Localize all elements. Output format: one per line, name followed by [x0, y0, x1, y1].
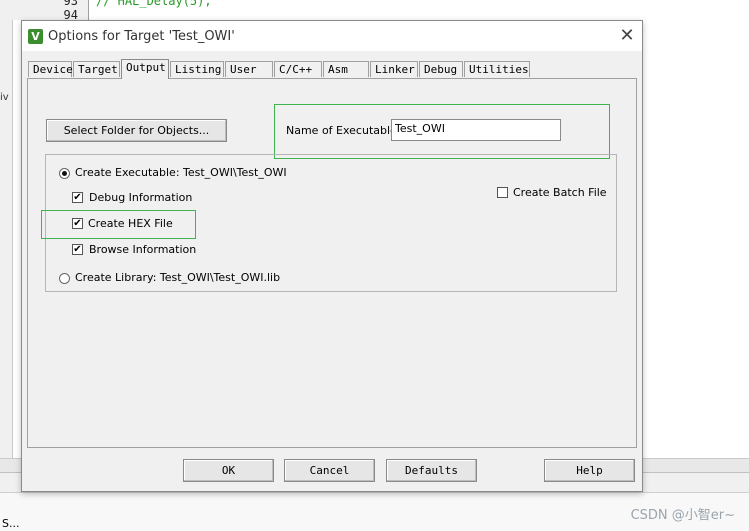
create-library-label: Create Library: Test_OWI\Test_OWI.lib: [75, 271, 281, 284]
close-icon[interactable]: ✕: [616, 25, 638, 47]
debug-info-label: Debug Information: [89, 191, 193, 204]
dialog-titlebar[interactable]: V Options for Target 'Test_OWI' ✕: [22, 21, 642, 51]
options-dialog: V Options for Target 'Test_OWI' ✕ Device…: [21, 20, 643, 492]
keil-app-icon: V: [28, 29, 43, 44]
create-executable-label: Create Executable: Test_OWI\Test_OWI: [75, 166, 287, 179]
tab-c-cpp[interactable]: C/C++: [274, 61, 322, 77]
tab-asm[interactable]: Asm: [323, 61, 369, 77]
create-batch-label: Create Batch File: [513, 186, 607, 199]
ide-line-gutter: 93 94: [12, 0, 89, 22]
create-library-radio[interactable]: [59, 273, 70, 284]
tab-listing[interactable]: Listing: [170, 61, 224, 77]
tab-utilities[interactable]: Utilities: [464, 61, 530, 77]
tab-user[interactable]: User: [225, 61, 273, 77]
debug-info-checkbox[interactable]: ✔: [72, 192, 83, 203]
tab-output[interactable]: Output: [121, 59, 169, 79]
browse-info-label: Browse Information: [89, 243, 197, 256]
create-executable-radio[interactable]: [59, 168, 70, 179]
ide-status-text: S...: [2, 517, 20, 530]
create-batch-checkbox[interactable]: [497, 187, 508, 198]
cancel-button[interactable]: Cancel: [284, 459, 375, 482]
defaults-button[interactable]: Defaults: [386, 459, 477, 482]
help-button[interactable]: Help: [544, 459, 635, 482]
tab-device[interactable]: Device: [28, 61, 73, 77]
highlight-box-hex: [41, 210, 196, 239]
tab-linker[interactable]: Linker: [370, 61, 418, 77]
highlight-box-executable: [274, 104, 610, 159]
select-folder-button[interactable]: Select Folder for Objects...: [46, 119, 227, 142]
ide-code-line: // HAL_Delay(5);: [96, 0, 212, 8]
ok-button[interactable]: OK: [183, 459, 274, 482]
tab-target[interactable]: Target: [73, 61, 120, 77]
ide-left-panel: [0, 0, 13, 470]
tab-debug[interactable]: Debug: [419, 61, 463, 77]
ide-left-text: iv: [0, 92, 9, 103]
output-tab-panel: Select Folder for Objects... Name of Exe…: [27, 78, 637, 448]
line-number: 93: [63, 0, 78, 8]
dialog-title: Options for Target 'Test_OWI': [48, 29, 235, 44]
browse-info-checkbox[interactable]: ✔: [72, 244, 83, 255]
watermark: CSDN @小智er~: [630, 508, 735, 523]
